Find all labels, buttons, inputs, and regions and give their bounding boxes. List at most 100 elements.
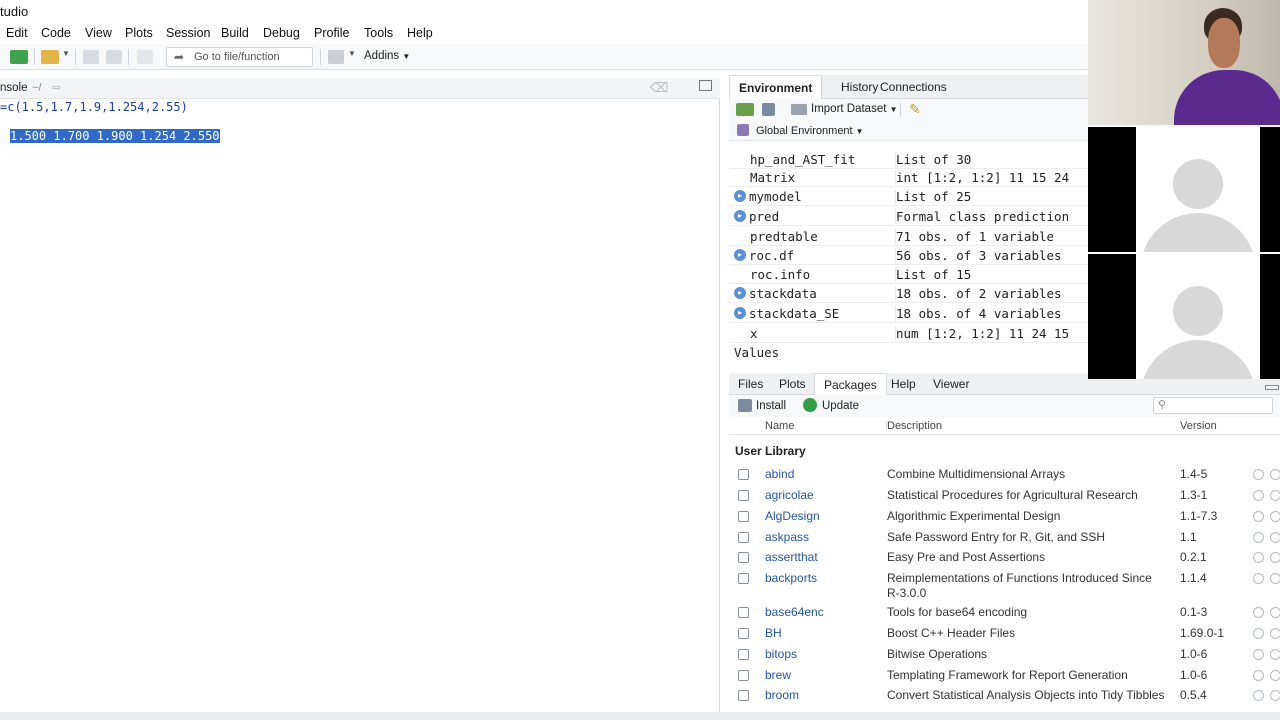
import-dataset-button[interactable]: Import Dataset ▼ [811, 103, 898, 115]
remove-icon[interactable] [1270, 552, 1280, 563]
package-checkbox[interactable] [738, 607, 749, 618]
print-icon[interactable] [137, 50, 153, 64]
package-name-link[interactable]: backports [765, 571, 817, 585]
tab-files[interactable]: Files [729, 373, 772, 395]
package-checkbox[interactable] [738, 490, 749, 501]
tab-viewer[interactable]: Viewer [924, 373, 978, 395]
remove-icon[interactable] [1270, 532, 1280, 543]
go-to-file-input[interactable]: ➦ Go to file/function [166, 47, 313, 67]
env-name: roc.info [750, 267, 811, 282]
package-name-link[interactable]: askpass [765, 530, 809, 544]
package-description: Reimplementations of Functions Introduce… [887, 571, 1152, 600]
menu-view[interactable]: View [85, 26, 112, 40]
remove-icon[interactable] [1270, 573, 1280, 584]
package-name-link[interactable]: brew [765, 668, 791, 682]
tab-help[interactable]: Help [882, 373, 925, 395]
maximize-pane-icon[interactable] [699, 80, 712, 91]
console-tab[interactable]: nsole [0, 82, 28, 94]
globe-icon[interactable] [1253, 628, 1264, 639]
menu-edit[interactable]: Edit [6, 26, 28, 40]
globe-icon[interactable] [1253, 690, 1264, 701]
package-checkbox[interactable] [738, 532, 749, 543]
addins-button[interactable]: Addins ▼ [364, 50, 410, 62]
expand-icon[interactable]: ▸ [734, 210, 746, 222]
minimize-pane-icon[interactable] [1265, 385, 1279, 390]
globe-icon[interactable] [1253, 573, 1264, 584]
package-name-link[interactable]: BH [765, 626, 782, 640]
expand-icon[interactable]: ▸ [734, 249, 746, 261]
search-icon: ⚲ [1158, 399, 1167, 411]
remove-icon[interactable] [1270, 690, 1280, 701]
env-name: x [750, 326, 758, 341]
tab-environment[interactable]: Environment [729, 75, 823, 99]
remove-icon[interactable] [1270, 490, 1280, 501]
column-version[interactable]: Version [1180, 420, 1217, 432]
package-name-link[interactable]: agricolae [765, 488, 814, 502]
new-project-icon[interactable] [10, 50, 28, 64]
update-button[interactable]: Update [822, 400, 859, 412]
chevron-down-icon[interactable]: ▼ [62, 49, 70, 58]
tab-packages[interactable]: Packages [814, 373, 887, 395]
load-workspace-icon[interactable] [736, 103, 754, 116]
menu-profile[interactable]: Profile [314, 26, 349, 40]
package-name-link[interactable]: abind [765, 467, 794, 481]
remove-icon[interactable] [1270, 469, 1280, 480]
menu-session[interactable]: Session [166, 26, 210, 40]
globe-icon[interactable] [1253, 490, 1264, 501]
column-description[interactable]: Description [886, 420, 942, 432]
env-value: 18 obs. of 4 variables [895, 306, 1062, 321]
package-name-link[interactable]: AlgDesign [765, 509, 820, 523]
globe-icon[interactable] [1253, 532, 1264, 543]
chevron-down-icon: ▼ [402, 52, 411, 61]
menu-plots[interactable]: Plots [125, 26, 153, 40]
globe-icon[interactable] [1253, 670, 1264, 681]
menu-debug[interactable]: Debug [263, 26, 300, 40]
package-checkbox[interactable] [738, 670, 749, 681]
expand-icon[interactable]: ▸ [734, 307, 746, 319]
package-checkbox[interactable] [738, 552, 749, 563]
globe-icon[interactable] [1253, 607, 1264, 618]
menu-help[interactable]: Help [407, 26, 433, 40]
open-folder-icon[interactable] [41, 50, 59, 64]
remove-icon[interactable] [1270, 607, 1280, 618]
package-name-link[interactable]: base64enc [765, 605, 824, 619]
expand-icon[interactable]: ▸ [734, 287, 746, 299]
install-button[interactable]: Install [756, 400, 786, 412]
save-all-icon[interactable] [106, 50, 122, 64]
package-search-input[interactable]: ⚲ [1153, 397, 1273, 414]
tab-plots[interactable]: Plots [770, 373, 815, 395]
package-checkbox[interactable] [738, 649, 749, 660]
clear-console-icon[interactable]: ⌫ [650, 80, 668, 96]
package-checkbox[interactable] [738, 573, 749, 584]
package-checkbox[interactable] [738, 511, 749, 522]
remove-icon[interactable] [1270, 628, 1280, 639]
package-version: 1.3-1 [1180, 488, 1208, 502]
remove-icon[interactable] [1270, 649, 1280, 660]
column-name[interactable]: Name [765, 420, 794, 432]
globe-icon[interactable] [1253, 649, 1264, 660]
save-workspace-icon[interactable] [762, 103, 775, 116]
menu-tools[interactable]: Tools [364, 26, 393, 40]
go-to-directory-icon[interactable]: ⇨ [52, 81, 61, 94]
broom-icon[interactable]: ✎ [909, 101, 921, 118]
grid-layout-icon[interactable] [328, 50, 344, 64]
package-checkbox[interactable] [738, 690, 749, 701]
remove-icon[interactable] [1270, 511, 1280, 522]
package-checkbox[interactable] [738, 628, 749, 639]
global-environment-dropdown[interactable]: Global Environment ▼ [756, 125, 864, 137]
save-icon[interactable] [83, 50, 99, 64]
package-name-link[interactable]: broom [765, 688, 799, 702]
menu-code[interactable]: Code [41, 26, 71, 40]
package-name-link[interactable]: assertthat [765, 550, 818, 564]
package-name-link[interactable]: bitops [765, 647, 797, 661]
globe-icon[interactable] [1253, 469, 1264, 480]
tab-connections[interactable]: Connections [871, 75, 956, 99]
chevron-down-icon[interactable]: ▼ [348, 49, 356, 58]
remove-icon[interactable] [1270, 670, 1280, 681]
globe-icon[interactable] [1253, 552, 1264, 563]
package-checkbox[interactable] [738, 469, 749, 480]
globe-icon[interactable] [1253, 511, 1264, 522]
expand-icon[interactable]: ▸ [734, 190, 746, 202]
user-library-header: User Library [735, 444, 806, 458]
menu-build[interactable]: Build [221, 26, 249, 40]
